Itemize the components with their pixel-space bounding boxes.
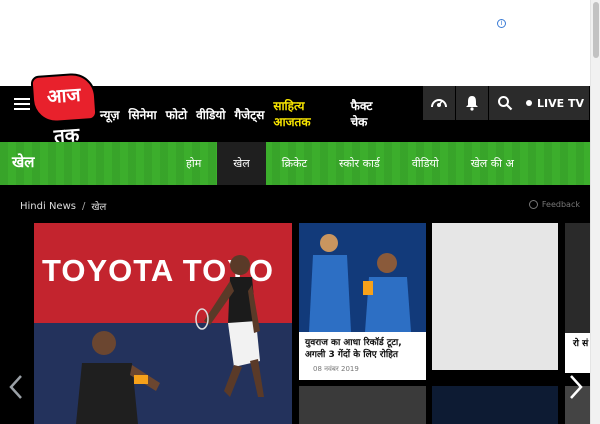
breadcrumb: Hindi News / खेल [20,199,107,214]
hero-image[interactable]: TOYOTA TOYO [34,223,292,424]
next-card-text: रो सं [565,333,590,373]
live-tv-button[interactable]: LIVE TV [521,86,589,120]
tab-home[interactable]: होम [170,142,217,185]
tab-scorecard[interactable]: स्कोर कार्ड [323,142,396,185]
carousel-prev-icon[interactable] [6,372,26,402]
page: i न्यूज़ सिनेमा फोटो वीडियो गैजेट्स साहि… [0,0,600,424]
page-scrollbar[interactable] [590,0,600,424]
section-tabs: होम खेल क्रिकेट स्कोर कार्ड वीडियो खेल क… [170,142,530,185]
feedback-icon [528,200,538,209]
breadcrumb-separator: / [81,200,86,212]
nav-photo[interactable]: फोटो [166,106,188,123]
nav-fact-line1: फैक्ट [350,99,373,113]
placeholder-card[interactable] [432,223,558,370]
news-thumb-3[interactable] [432,386,558,424]
bell-icon[interactable] [456,86,488,120]
section-bar: खेल होम खेल क्रिकेट स्कोर कार्ड वीडियो ख… [0,142,590,185]
nav-sahitya-line2: आजतक [273,115,311,129]
tab-video[interactable]: वीडियो [396,142,455,185]
second-player-image [76,331,160,424]
main-nav: न्यूज़ सिनेमा फोटो वीडियो गैजेट्स साहित्… [100,86,381,142]
news-thumb-2[interactable] [299,386,426,424]
badminton-player-image [195,255,264,397]
menu-icon[interactable] [14,98,30,112]
aajtak-logo[interactable]: आज तक [32,73,96,148]
news-card-title: युवराज का आधा रिकॉर्ड टूटा, अगली 3 गेंदो… [305,338,402,360]
next-card-partial[interactable]: रो सं [565,223,590,373]
scrollbar-thumb[interactable] [593,2,599,58]
breadcrumb-home[interactable]: Hindi News [20,201,76,212]
ad-info-icon[interactable]: i [497,19,506,28]
live-dot-icon [526,100,532,106]
search-icon[interactable] [489,86,521,120]
nav-gadgets[interactable]: गैजेट्स [235,106,265,123]
tab-more[interactable]: खेल की अ [455,142,530,185]
nav-news[interactable]: न्यूज़ [100,106,119,123]
carousel-next-icon[interactable] [566,372,586,402]
nav-fact-line2: चेक [350,115,368,129]
live-tv-label: LIVE TV [537,96,584,110]
news-card-image [299,223,426,332]
section-title[interactable]: खेल [12,152,34,172]
tab-khel[interactable]: खेल [217,142,266,185]
tab-cricket[interactable]: क्रिकेट [266,142,323,185]
nav-fact-check[interactable]: फैक्ट चेक [351,98,373,130]
breadcrumb-current: खेल [91,202,107,213]
nav-video[interactable]: वीडियो [196,106,225,123]
nav-cinema[interactable]: सिनेमा [128,106,156,123]
news-card[interactable]: युवराज का आधा रिकॉर्ड टूटा, अगली 3 गेंदो… [299,223,426,380]
nav-sahitya-aajtak[interactable]: साहित्य आजतक [273,98,310,130]
nav-sahitya-line1: साहित्य [273,99,305,113]
podcast-icon[interactable] [423,86,455,120]
news-card-date: 08 नवंबर 2019 [313,365,359,373]
feedback-button[interactable]: Feedback [528,200,580,209]
feedback-label: Feedback [541,200,580,209]
ad-banner[interactable]: i [0,0,590,86]
